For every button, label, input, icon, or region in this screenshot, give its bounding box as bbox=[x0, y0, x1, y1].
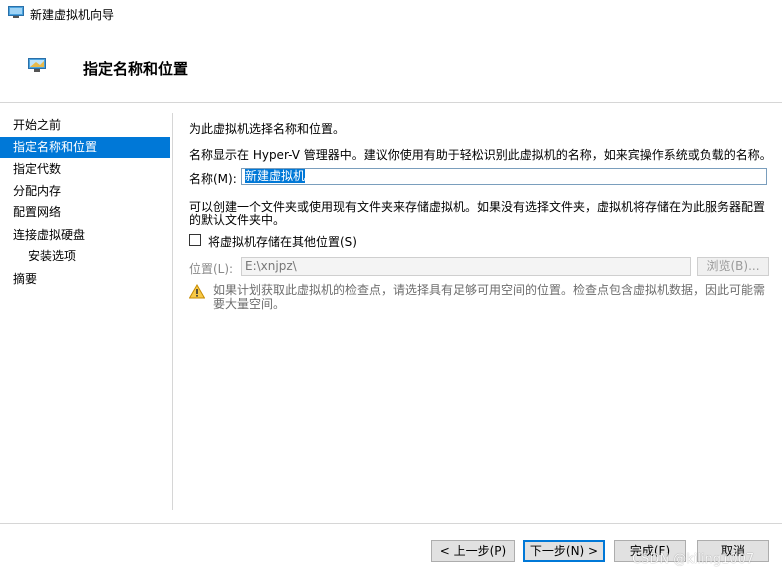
nav-item-generation[interactable]: 指定代数 bbox=[0, 159, 170, 180]
page-title: 指定名称和位置 bbox=[83, 60, 189, 78]
wizard-header: 指定名称和位置 bbox=[0, 28, 782, 103]
nav-item-summary[interactable]: 摘要 bbox=[0, 269, 170, 290]
virtual-machine-icon bbox=[28, 58, 46, 72]
nav-item-before-you-begin[interactable]: 开始之前 bbox=[0, 115, 170, 136]
folder-description-line2: 的默认文件夹中。 bbox=[189, 213, 286, 227]
nav-item-networking[interactable]: 配置网络 bbox=[0, 202, 170, 223]
warning-icon bbox=[189, 284, 205, 299]
description-text: 名称显示在 Hyper-V 管理器中。建议你使用有助于轻松识别此虚拟机的名称，如… bbox=[189, 148, 772, 162]
title-bar: 新建虚拟机向导 bbox=[0, 0, 782, 28]
watermark: CSDN @kiling1007 bbox=[632, 552, 755, 567]
nav-item-memory[interactable]: 分配内存 bbox=[0, 181, 170, 202]
previous-button[interactable]: < 上一步(P) bbox=[431, 540, 515, 562]
nav-item-virtual-hard-disk[interactable]: 连接虚拟硬盘 bbox=[0, 225, 170, 246]
name-input[interactable]: 新建虚拟机 bbox=[241, 168, 767, 185]
location-label: 位置(L): bbox=[189, 262, 234, 276]
name-label: 名称(M): bbox=[189, 172, 237, 186]
intro-text: 为此虚拟机选择名称和位置。 bbox=[189, 122, 346, 136]
next-button[interactable]: 下一步(N) > bbox=[523, 540, 605, 562]
store-elsewhere-checkbox[interactable] bbox=[189, 234, 201, 246]
nav-item-name-and-location[interactable]: 指定名称和位置 bbox=[0, 137, 170, 158]
browse-button[interactable]: 浏览(B)... bbox=[697, 257, 769, 276]
divider bbox=[172, 113, 173, 510]
checkpoint-warning-text: 如果计划获取此虚拟机的检查点，请选择具有足够可用空间的位置。检查点包含虚拟机数据… bbox=[213, 283, 766, 311]
virtual-machine-icon bbox=[8, 6, 24, 18]
wizard-steps-nav: 开始之前 指定名称和位置 指定代数 分配内存 配置网络 连接虚拟硬盘 安装选项 … bbox=[0, 103, 172, 523]
name-input-value: 新建虚拟机 bbox=[245, 169, 306, 183]
nav-item-installation-options[interactable]: 安装选项 bbox=[0, 246, 170, 267]
store-elsewhere-label[interactable]: 将虚拟机存储在其他位置(S) bbox=[208, 233, 357, 250]
window-title: 新建虚拟机向导 bbox=[30, 8, 115, 22]
location-input[interactable]: E:\xnjpz\ bbox=[241, 257, 691, 276]
